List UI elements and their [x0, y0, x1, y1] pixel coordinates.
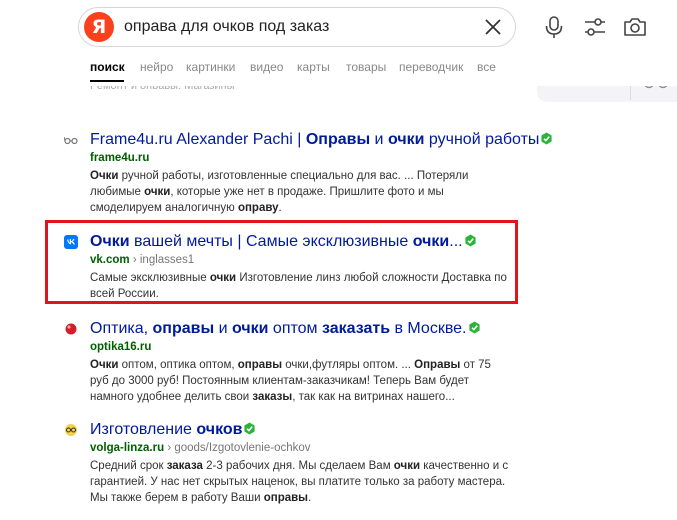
- result-title-link[interactable]: Оптика, оправы и очки оптом заказать в М…: [90, 319, 481, 339]
- tab-video[interactable]: видео: [250, 60, 283, 74]
- search-result: Оптика, оправы и очки оптом заказать в М…: [64, 319, 514, 403]
- clear-icon[interactable]: [483, 17, 503, 37]
- header: Я оправа для очков под заказ поиск нейро…: [0, 0, 677, 86]
- result-url[interactable]: volga-linza.ru › goods/Izgotovlenie-ochk…: [90, 441, 311, 455]
- camera-search-icon[interactable]: [622, 14, 648, 40]
- result-snippet: Очки ручной работы, изготовленные специа…: [90, 170, 469, 214]
- active-tab-indicator: [90, 80, 124, 82]
- search-bar[interactable]: Я оправа для очков под заказ: [78, 7, 516, 47]
- highlight-frame: [45, 220, 518, 304]
- search-result: Frame4u.ru Alexander Pachi | Оправы и оч…: [64, 130, 553, 214]
- tab-all[interactable]: все: [477, 60, 496, 74]
- tab-search[interactable]: поиск: [90, 60, 125, 74]
- result-url[interactable]: frame4u.ru: [90, 151, 149, 165]
- verified-badge-icon: [244, 422, 256, 435]
- yandex-logo[interactable]: Я: [84, 12, 114, 42]
- result-snippet: Средний срок заказа 2-3 рабочих дня. Мы …: [90, 460, 509, 504]
- search-input[interactable]: оправа для очков под заказ: [124, 18, 329, 36]
- optika-icon: [65, 323, 77, 335]
- tab-maps[interactable]: карты: [297, 60, 330, 74]
- volga-icon: [65, 424, 77, 436]
- search-result: Изготовление очков volga-linza.ru › good…: [64, 420, 514, 510]
- verified-badge-icon: [541, 132, 553, 145]
- microphone-icon[interactable]: [541, 14, 567, 40]
- verified-badge-icon: [468, 321, 480, 334]
- tab-products[interactable]: товары: [346, 60, 386, 74]
- result-title-link[interactable]: Изготовление очков: [90, 420, 256, 440]
- result-url[interactable]: optika16.ru: [90, 340, 151, 354]
- result-title-link[interactable]: Frame4u.ru Alexander Pachi | Оправы и оч…: [90, 130, 553, 150]
- glasses-icon: [64, 136, 78, 145]
- tab-neuro[interactable]: нейро: [140, 60, 173, 74]
- result-snippet: Очки оптом, оптика оптом, оправы очки,фу…: [90, 359, 491, 403]
- tab-translator[interactable]: переводчик: [399, 60, 463, 74]
- tab-images[interactable]: картинки: [186, 60, 235, 74]
- filter-settings-icon[interactable]: [582, 14, 608, 40]
